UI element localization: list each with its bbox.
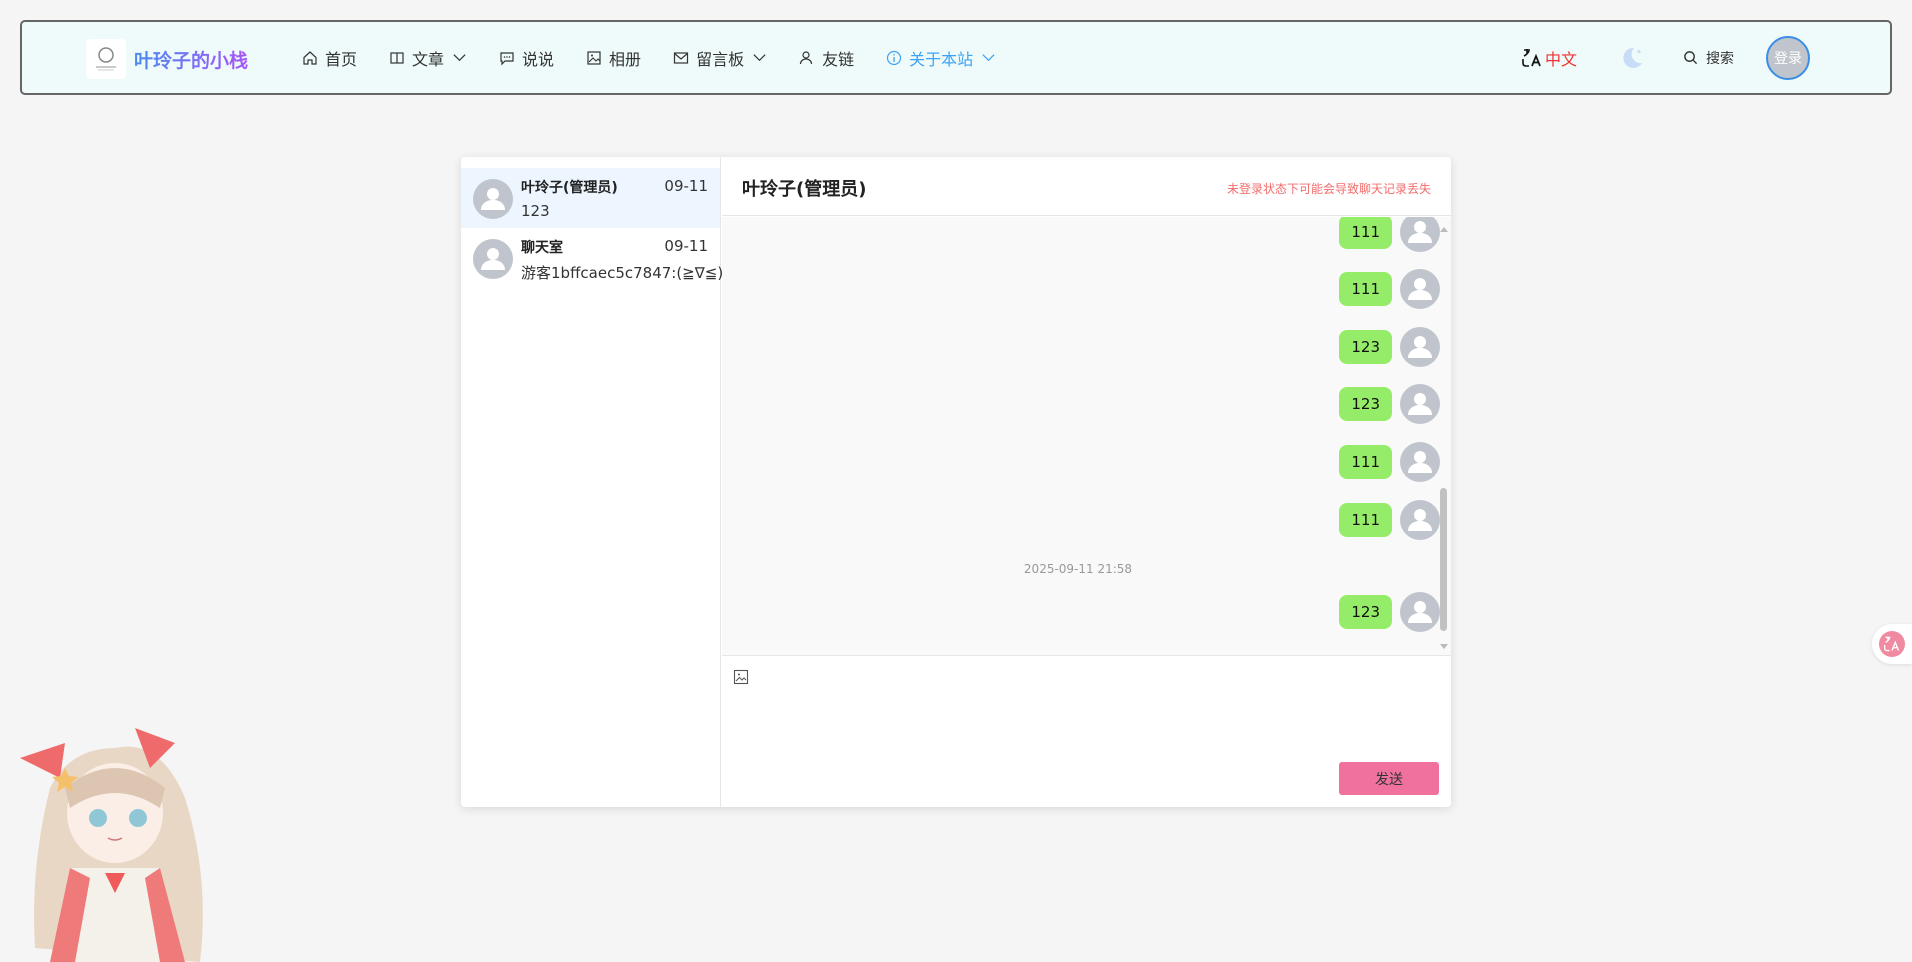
nav-guestbook[interactable]: 留言板: [673, 46, 767, 70]
message-list[interactable]: 111 111 123 123 111 111 2025-09-11 21:58…: [722, 217, 1451, 655]
avatar: [1400, 384, 1440, 424]
message-bubble: 123: [1339, 595, 1392, 629]
conversation-item[interactable]: 聊天室 09-11 游客1bffcaec5c7847:(≧∇≦)/: [461, 228, 728, 288]
chat-title: 叶玲子(管理员): [742, 179, 867, 200]
info-icon: [886, 50, 902, 66]
top-navbar: 叶玲子的小栈 首页 文章 说说 相册 留言板 友链 关于本站 中文 搜索 登录: [20, 20, 1892, 95]
moon-icon[interactable]: [1617, 44, 1645, 72]
conversation-time: 09-11: [664, 237, 708, 255]
site-title[interactable]: 叶玲子的小栈: [134, 46, 248, 73]
home-icon: [302, 50, 318, 66]
conversation-preview: 123: [521, 202, 550, 220]
scroll-up-arrow[interactable]: [1440, 227, 1448, 232]
login-warning: 未登录状态下可能会导致聊天记录丢失: [1226, 182, 1431, 196]
avatar: [1400, 217, 1440, 252]
chevron-down-icon: [452, 50, 467, 65]
nav-album-label: 相册: [609, 49, 642, 69]
message-bubble: 111: [1339, 445, 1392, 479]
avatar: [1400, 592, 1440, 632]
nav-guestbook-label: 留言板: [696, 49, 745, 69]
site-logo[interactable]: 叶玲子的小栈: [86, 39, 248, 79]
nav-home[interactable]: 首页: [302, 46, 357, 70]
nav-moments-label: 说说: [522, 49, 555, 69]
image-upload-icon[interactable]: [733, 669, 749, 685]
nav-friends[interactable]: 友链: [799, 46, 854, 70]
avatar: [1400, 327, 1440, 367]
login-button[interactable]: 登录: [1766, 35, 1810, 80]
friends-icon: [799, 50, 815, 66]
nav-about[interactable]: 关于本站: [886, 46, 996, 70]
scroll-down-arrow[interactable]: [1440, 644, 1448, 649]
message-bubble: 111: [1339, 217, 1392, 249]
main-nav: 首页 文章 说说 相册 留言板 友链 关于本站: [302, 22, 1028, 93]
message-bubble: 111: [1339, 503, 1392, 537]
message-row: 123: [1339, 384, 1440, 424]
book-icon: [389, 50, 405, 66]
language-label: 中文: [1544, 49, 1577, 69]
message-row: 123: [1339, 592, 1440, 632]
nav-articles-label: 文章: [412, 49, 445, 69]
chevron-down-icon: [752, 50, 767, 65]
message-row: 111: [1339, 269, 1440, 309]
message-timestamp: 2025-09-11 21:58: [1023, 562, 1133, 576]
conversation-name: 聊天室: [521, 240, 563, 256]
avatar: [1400, 442, 1440, 482]
translate-icon: [1522, 48, 1541, 67]
chat-header: 叶玲子(管理员) 未登录状态下可能会导致聊天记录丢失: [722, 157, 1451, 216]
scroll-thumb[interactable]: [1440, 488, 1447, 631]
nav-friends-label: 友链: [822, 49, 855, 69]
nav-about-label: 关于本站: [909, 49, 974, 69]
chat-card: 叶玲子(管理员) 09-11 123 聊天室 09-11 游客1bffcaec5…: [461, 157, 1451, 807]
avatar: [473, 179, 513, 219]
language-switch[interactable]: 中文: [1521, 46, 1577, 70]
anime-mascot-illustration[interactable]: [10, 718, 220, 962]
mail-icon: [673, 50, 689, 66]
message-bubble: 123: [1339, 387, 1392, 421]
nav-articles[interactable]: 文章: [389, 46, 467, 70]
conversation-preview: 游客1bffcaec5c7847:(≧∇≦)/: [521, 264, 729, 282]
floating-translate-button[interactable]: [1872, 624, 1912, 664]
message-bubble: 111: [1339, 272, 1392, 306]
chat-bubble-icon: [499, 50, 515, 66]
image-icon: [586, 50, 602, 66]
message-composer[interactable]: 发送: [722, 655, 1451, 807]
search-button[interactable]: 搜索: [1683, 48, 1734, 68]
nav-home-label: 首页: [325, 49, 358, 69]
nav-moments[interactable]: 说说: [499, 46, 554, 70]
scrollbar[interactable]: [1437, 217, 1451, 655]
nav-album[interactable]: 相册: [586, 46, 641, 70]
message-bubble: 123: [1339, 330, 1392, 364]
logo-image: [86, 39, 126, 79]
header-tools: 中文 搜索 登录: [1521, 22, 1810, 93]
chat-panel: 叶玲子(管理员) 未登录状态下可能会导致聊天记录丢失 111 111 123 1…: [722, 157, 1451, 807]
avatar: [1400, 269, 1440, 309]
send-button[interactable]: 发送: [1339, 762, 1439, 795]
chevron-down-icon: [981, 50, 996, 65]
conversation-time: 09-11: [664, 177, 708, 195]
avatar: [473, 239, 513, 279]
search-label: 搜索: [1706, 50, 1734, 67]
conversation-list: 叶玲子(管理员) 09-11 123 聊天室 09-11 游客1bffcaec5…: [461, 157, 728, 807]
search-icon: [1684, 51, 1698, 65]
conversation-item[interactable]: 叶玲子(管理员) 09-11 123: [461, 168, 720, 228]
message-row: 111: [1339, 217, 1440, 252]
message-row: 111: [1339, 500, 1440, 540]
avatar: [1400, 500, 1440, 540]
conversation-name: 叶玲子(管理员): [521, 180, 618, 196]
message-row: 111: [1339, 442, 1440, 482]
translate-icon: [1879, 631, 1905, 657]
message-row: 123: [1339, 327, 1440, 367]
